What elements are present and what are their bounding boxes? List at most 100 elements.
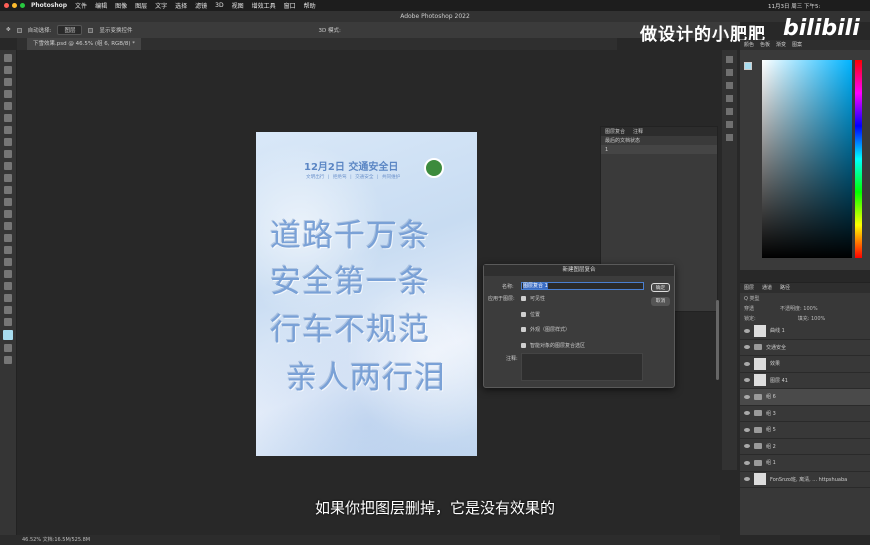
pen-tool-icon[interactable] [4,234,12,242]
marquee-tool-icon[interactable] [4,66,12,74]
visibility-eye-icon[interactable] [744,444,750,449]
menu-file[interactable]: 文件 [75,1,87,10]
saturation-value-field[interactable] [762,60,852,258]
crop-tool-icon[interactable] [4,102,12,110]
document-canvas[interactable]: 12月2日 交通安全日 文明出行 | 拒绝驾 | 交通安全 | 共同维护 道路千… [256,132,477,456]
history-icon[interactable] [726,56,733,63]
healing-tool-icon[interactable] [4,138,12,146]
document-tab[interactable]: 下雪效果.psd @ 46.5% (组 6, RGB/8) * [27,38,142,50]
properties-icon[interactable] [726,95,733,102]
smart-object-option[interactable]: 智能对象的图层复合选区 [521,342,585,349]
visibility-eye-icon[interactable] [744,460,750,465]
menu-window[interactable]: 窗口 [284,1,296,10]
menu-type[interactable]: 文字 [155,1,167,10]
app-menu[interactable]: Photoshop [31,2,67,9]
lasso-tool-icon[interactable] [4,78,12,86]
appearance-option[interactable]: 外观（图层样式） [521,326,570,333]
auto-select-checkbox[interactable] [16,27,22,33]
layer-row[interactable]: 组 1 [740,455,870,472]
menu-help[interactable]: 帮助 [304,1,316,10]
swap-colors-icon[interactable] [4,318,12,326]
visibility-eye-icon[interactable] [744,477,750,482]
move-tool-icon[interactable] [4,54,12,62]
layer-row[interactable]: 组 6 [740,389,870,406]
visibility-eye-icon[interactable] [744,328,750,333]
layer-row[interactable]: 效果 [740,356,870,373]
clone-stamp-tool-icon[interactable] [4,162,12,170]
path-select-tool-icon[interactable] [4,258,12,266]
tab-swatches[interactable]: 色板 [760,40,770,50]
menu-plugins[interactable]: 增效工具 [252,1,276,10]
visibility-eye-icon[interactable] [744,427,750,432]
gradient-tool-icon[interactable] [4,198,12,206]
cancel-button[interactable]: 取消 [651,297,670,306]
layer-row[interactable]: 交通安全 [740,340,870,356]
blend-mode-dropdown[interactable]: 穿透 [744,305,754,312]
layer-comp-row[interactable]: 1 [601,145,717,154]
menu-image[interactable]: 图像 [115,1,127,10]
eraser-tool-icon[interactable] [4,186,12,194]
eyedropper-tool-icon[interactable] [4,126,12,134]
layer-row[interactable]: 组 3 [740,406,870,422]
menu-view[interactable]: 视图 [232,1,244,10]
quick-mask-icon[interactable] [4,344,12,352]
layer-row[interactable]: 组 5 [740,422,870,439]
layer-row[interactable]: FonSnzo班, 离清, ... httpshuaba [740,472,870,488]
tab-layer-comps[interactable]: 图层复合 [605,128,625,135]
appearance-checkbox[interactable] [521,327,526,332]
show-transform-checkbox[interactable] [88,27,94,33]
hand-tool-icon[interactable] [4,282,12,290]
fill-field[interactable]: 填充: 100% [798,315,826,322]
comment-textarea[interactable] [521,353,643,381]
window-controls[interactable] [4,3,25,8]
tab-color[interactable]: 颜色 [744,40,754,50]
adjustments-icon[interactable] [726,108,733,115]
tab-channels[interactable]: 通道 [762,283,772,293]
last-document-state-row[interactable]: 最后的文档状态 [601,136,717,145]
more-tools-icon[interactable] [4,306,12,314]
frame-tool-icon[interactable] [4,114,12,122]
position-checkbox[interactable] [521,312,526,317]
visibility-eye-icon[interactable] [744,411,750,416]
opacity-field[interactable]: 不透明度: 100% [780,305,818,312]
tab-notes[interactable]: 注释 [633,128,643,135]
menu-3d[interactable]: 3D [215,2,223,9]
layer-row[interactable]: 组 2 [740,439,870,455]
screen-mode-icon[interactable] [4,356,12,364]
layer-comps-icon[interactable] [726,121,733,128]
visibility-checkbox[interactable] [521,296,526,301]
character-icon[interactable] [726,69,733,76]
blur-tool-icon[interactable] [4,210,12,218]
layer-row[interactable]: 曲线 1 [740,323,870,340]
hue-slider[interactable] [855,60,862,258]
zoom-button[interactable] [20,3,25,8]
quick-select-tool-icon[interactable] [4,90,12,98]
layer-filter-dropdown[interactable]: Q 类型 [744,295,760,302]
visibility-eye-icon[interactable] [744,378,750,383]
shape-tool-icon[interactable] [4,270,12,278]
history-brush-tool-icon[interactable] [4,174,12,182]
tab-paths[interactable]: 路径 [780,283,790,293]
smart-object-checkbox[interactable] [521,343,526,348]
dodge-tool-icon[interactable] [4,222,12,230]
foreground-swatch[interactable] [744,62,752,70]
tab-layers[interactable]: 图层 [744,283,754,293]
close-button[interactable] [4,3,9,8]
visibility-eye-icon[interactable] [744,345,750,350]
name-input[interactable]: 图层复合 1 [521,282,644,290]
move-tool-icon[interactable]: ✥ [6,27,11,33]
foreground-color-swatch[interactable] [3,330,13,340]
layer-row[interactable]: 图层 41 [740,373,870,389]
menu-layer[interactable]: 图层 [135,1,147,10]
brush-tool-icon[interactable] [4,150,12,158]
paragraph-icon[interactable] [726,82,733,89]
visibility-option[interactable]: 可见性 [521,295,545,302]
tab-patterns[interactable]: 图案 [792,40,802,50]
visibility-eye-icon[interactable] [744,394,750,399]
tab-gradients[interactable]: 渐变 [776,40,786,50]
menu-edit[interactable]: 编辑 [95,1,107,10]
ok-button[interactable]: 确定 [651,283,670,292]
menu-select[interactable]: 选择 [175,1,187,10]
auto-select-target-dropdown[interactable]: 图层 [57,25,83,35]
menu-filter[interactable]: 滤镜 [195,1,207,10]
